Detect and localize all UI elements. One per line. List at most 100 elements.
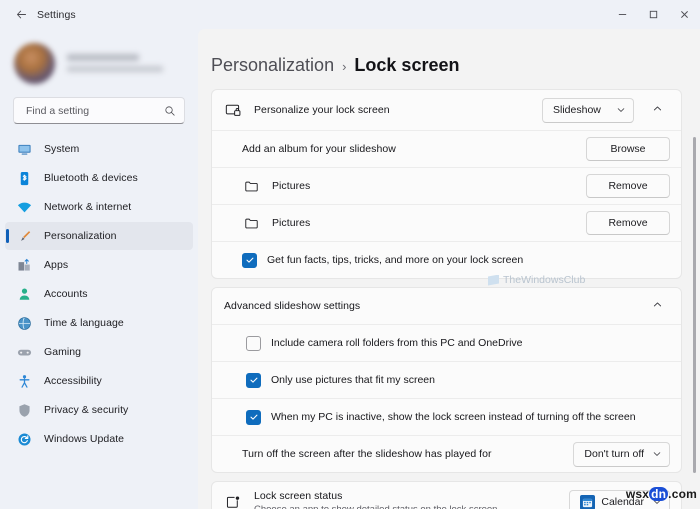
sidebar-nav: System Bluetooth & devices Network & int… — [0, 135, 198, 454]
app-title: Settings — [37, 8, 76, 21]
folder-row: Pictures Remove — [212, 204, 681, 241]
personalize-label: Personalize your lock screen — [254, 104, 390, 116]
maximize-button[interactable] — [638, 0, 669, 29]
back-button[interactable] — [7, 4, 35, 26]
sidebar-item-apps[interactable]: Apps — [5, 251, 193, 279]
advanced-settings-header: Advanced slideshow settings — [224, 300, 361, 312]
sidebar-item-label: Privacy & security — [44, 404, 129, 416]
wifi-icon — [16, 199, 33, 216]
sidebar-item-accounts[interactable]: Accounts — [5, 280, 193, 308]
sidebar-item-label: Time & language — [44, 317, 124, 329]
sidebar-item-gaming[interactable]: Gaming — [5, 338, 193, 366]
advanced-slideshow-card: Advanced slideshow settings Include came… — [211, 287, 682, 473]
close-button[interactable] — [669, 0, 700, 29]
inactive-lock-screen-row[interactable]: When my PC is inactive, show the lock sc… — [212, 398, 681, 435]
minimize-button[interactable] — [607, 0, 638, 29]
lock-screen-status-app-value: Calendar — [601, 496, 644, 508]
chevron-up-icon — [652, 297, 663, 315]
sidebar-item-label: Accounts — [44, 288, 88, 300]
sidebar-item-label: Gaming — [44, 346, 82, 358]
lock-screen-status-app-dropdown[interactable]: Calendar — [569, 489, 670, 509]
personalize-card: Personalize your lock screen Slideshow A… — [211, 89, 682, 279]
remove-folder-button[interactable]: Remove — [586, 174, 670, 198]
folder-icon — [242, 177, 261, 196]
remove-folder-button[interactable]: Remove — [586, 211, 670, 235]
sidebar-item-personalization[interactable]: Personalization — [5, 222, 193, 250]
fun-facts-row[interactable]: Get fun facts, tips, tricks, and more on… — [212, 241, 681, 278]
lock-screen-monitor-icon — [224, 101, 243, 120]
browse-button[interactable]: Browse — [586, 137, 670, 161]
turn-off-screen-label: Turn off the screen after the slideshow … — [242, 448, 492, 460]
fun-facts-checkbox[interactable] — [242, 252, 257, 268]
add-album-row: Add an album for your slideshow Browse — [212, 130, 681, 167]
settings-window: Settings Find a setting System Bluetooth… — [0, 0, 700, 509]
back-arrow-icon — [16, 10, 26, 19]
profile-name-redacted — [67, 54, 139, 61]
lock-screen-status-row[interactable]: Lock screen status Choose an app to show… — [212, 482, 681, 509]
sidebar-item-system[interactable]: System — [5, 135, 193, 163]
sidebar-item-label: Windows Update — [44, 433, 125, 445]
settings-cards: Personalize your lock screen Slideshow A… — [198, 76, 700, 509]
sidebar-item-accessibility[interactable]: Accessibility — [5, 367, 193, 395]
breadcrumb-separator: › — [342, 59, 347, 74]
lock-screen-status-text: Lock screen status Choose an app to show… — [254, 490, 497, 509]
paintbrush-icon — [16, 228, 33, 245]
lock-screen-status-description: Choose an app to show detailed status on… — [254, 503, 498, 509]
lock-status-icon — [224, 493, 243, 509]
fit-my-screen-checkbox[interactable] — [246, 372, 261, 388]
personalize-lock-screen-row[interactable]: Personalize your lock screen Slideshow — [212, 90, 681, 130]
main-scrollbar[interactable] — [693, 137, 696, 473]
sidebar-item-label: Network & internet — [44, 201, 132, 213]
turn-off-screen-row: Turn off the screen after the slideshow … — [212, 435, 681, 472]
inactive-lock-screen-label: When my PC is inactive, show the lock sc… — [271, 411, 636, 423]
clock-globe-icon — [16, 315, 33, 332]
fit-my-screen-row[interactable]: Only use pictures that fit my screen — [212, 361, 681, 398]
folder-icon — [242, 214, 261, 233]
breadcrumb-parent[interactable]: Personalization — [211, 55, 334, 76]
sidebar: System Bluetooth & devices Network & int… — [0, 29, 198, 509]
advanced-expander-button[interactable] — [644, 293, 670, 319]
sidebar-item-label: Personalization — [44, 230, 117, 242]
sidebar-item-network-internet[interactable]: Network & internet — [5, 193, 193, 221]
window-body: System Bluetooth & devices Network & int… — [0, 29, 700, 509]
lock-screen-status-card: Lock screen status Choose an app to show… — [211, 481, 682, 509]
close-icon — [681, 11, 688, 18]
accessibility-person-icon — [16, 373, 33, 390]
advanced-settings-header-row[interactable]: Advanced slideshow settings — [212, 288, 681, 324]
monitor-icon — [16, 141, 33, 158]
add-album-label: Add an album for your slideshow — [242, 143, 396, 155]
title-bar: Settings — [0, 0, 700, 29]
minimize-icon — [618, 14, 627, 15]
sidebar-item-time-language[interactable]: Time & language — [5, 309, 193, 337]
user-profile[interactable] — [0, 32, 198, 88]
refresh-circle-icon — [16, 431, 33, 448]
calendar-icon — [580, 494, 596, 509]
search-box[interactable] — [13, 97, 185, 124]
avatar — [14, 42, 55, 84]
folder-label: Pictures — [272, 180, 311, 192]
gamepad-icon — [16, 344, 33, 361]
personalize-expander-button[interactable] — [644, 97, 670, 123]
sidebar-item-label: Bluetooth & devices — [44, 172, 138, 184]
main-scroll-area: Personalization › Lock screen Personaliz… — [198, 29, 700, 509]
page-title: Lock screen — [354, 55, 460, 75]
breadcrumb: Personalization › Lock screen — [198, 29, 700, 76]
chevron-down-icon — [616, 105, 626, 115]
camera-roll-row[interactable]: Include camera roll folders from this PC… — [212, 324, 681, 361]
lock-screen-type-value: Slideshow — [553, 104, 601, 116]
shield-icon — [16, 402, 33, 419]
sidebar-item-bluetooth-devices[interactable]: Bluetooth & devices — [5, 164, 193, 192]
camera-roll-checkbox[interactable] — [246, 335, 261, 351]
sidebar-item-label: Accessibility — [44, 375, 102, 387]
sidebar-item-privacy-security[interactable]: Privacy & security — [5, 396, 193, 424]
sidebar-item-windows-update[interactable]: Windows Update — [5, 425, 193, 453]
apps-grid-icon — [16, 257, 33, 274]
window-controls — [607, 0, 700, 29]
chevron-down-icon — [652, 497, 662, 507]
lock-screen-type-dropdown[interactable]: Slideshow — [542, 97, 634, 123]
turn-off-screen-value: Don't turn off — [584, 448, 644, 460]
search-input[interactable] — [24, 103, 164, 118]
turn-off-screen-dropdown[interactable]: Don't turn off — [573, 441, 670, 467]
folder-label: Pictures — [272, 217, 311, 229]
inactive-lock-screen-checkbox[interactable] — [246, 409, 261, 425]
